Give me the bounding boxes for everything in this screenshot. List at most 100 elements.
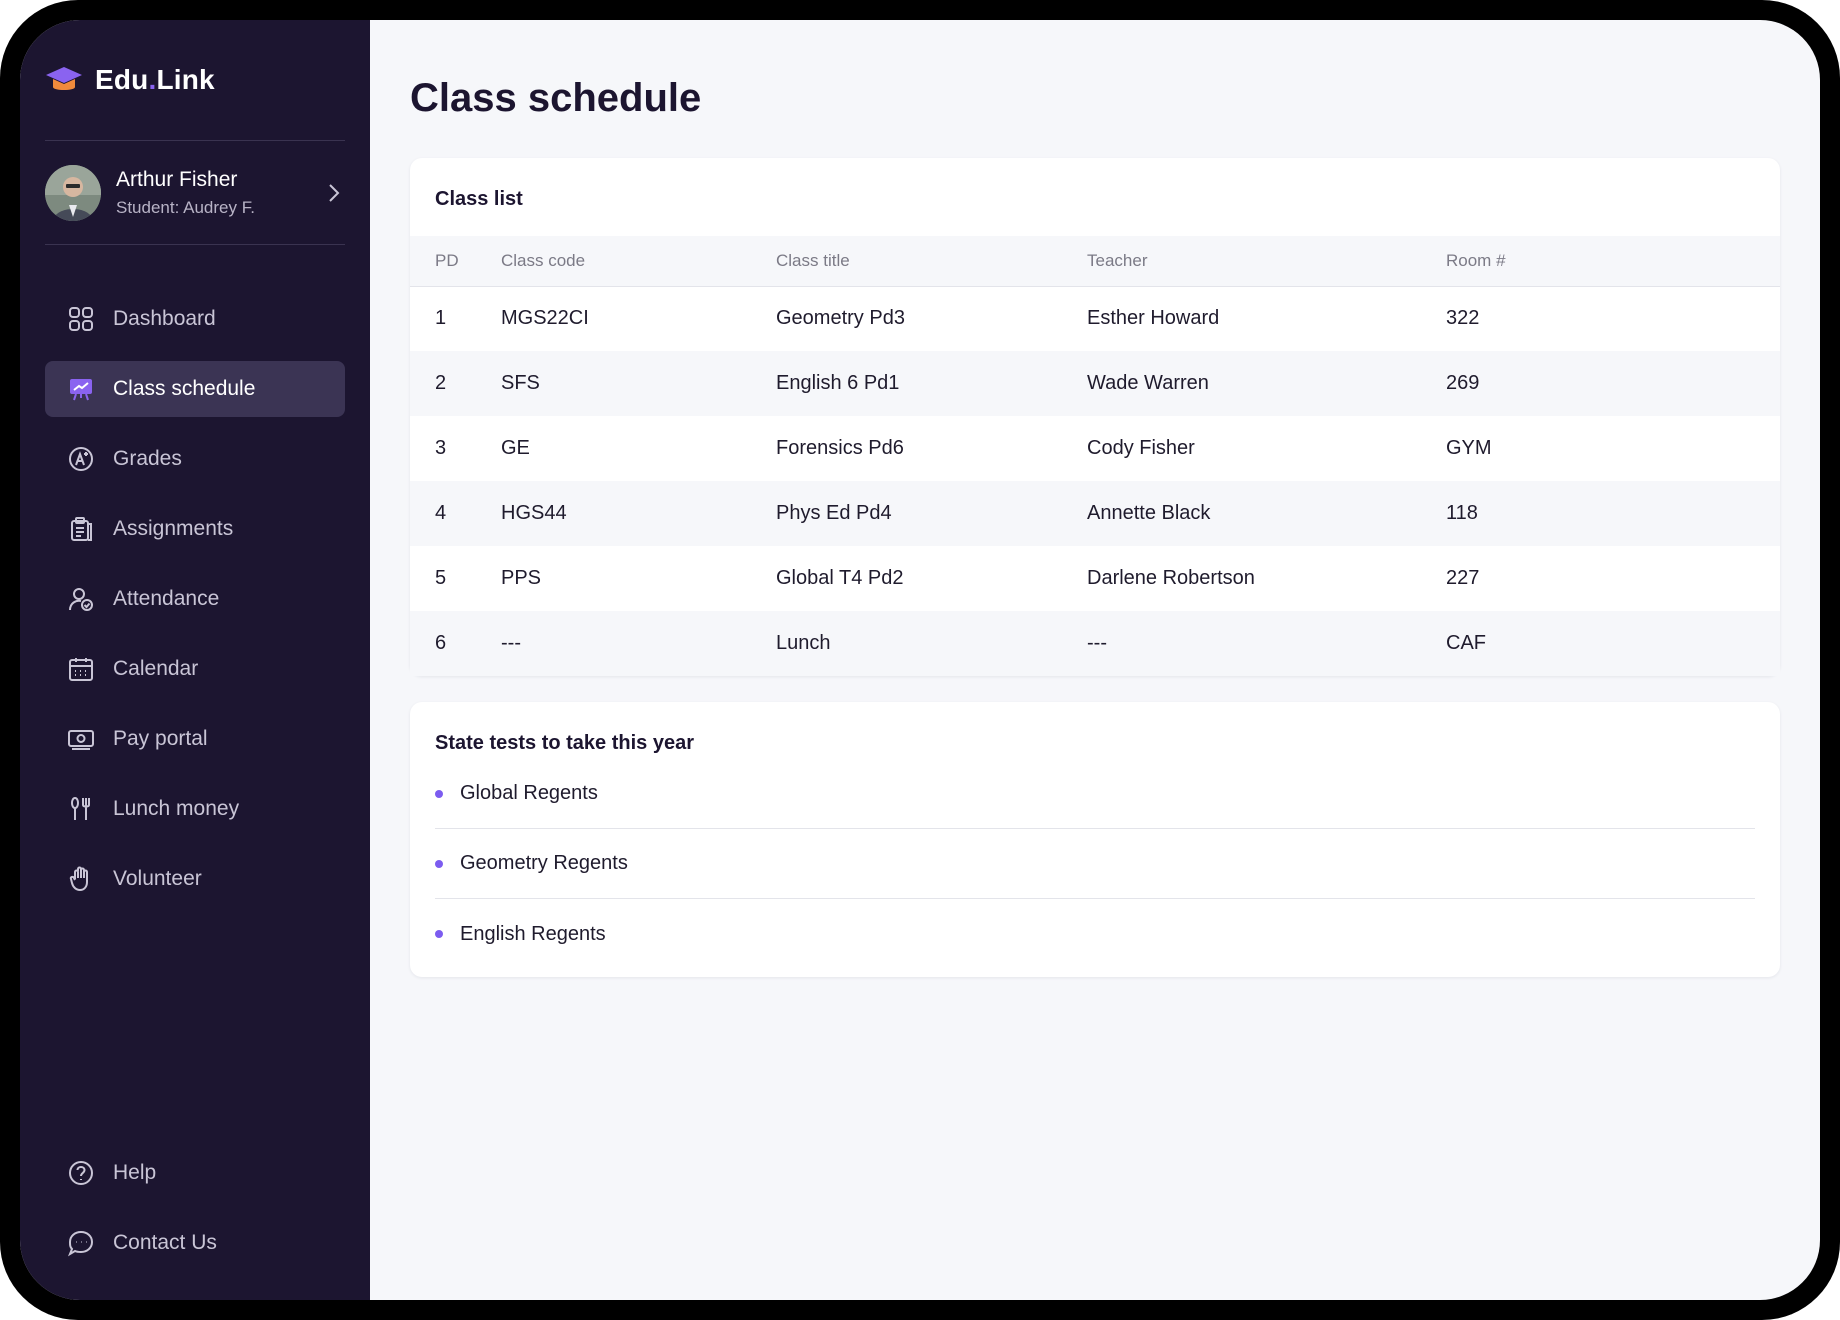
logo[interactable]: Edu.Link: [45, 20, 345, 140]
cell-class-code: PPS: [501, 567, 542, 589]
cell-class-title: Forensics Pd6: [776, 437, 904, 459]
cell-teacher: Esther Howard: [1087, 307, 1220, 330]
sidebar-item-label: Assignments: [113, 517, 234, 540]
divider: [45, 244, 345, 245]
sidebar-item-label: Dashboard: [113, 307, 216, 330]
sidebar-item-pay-portal[interactable]: Pay portal: [45, 711, 345, 767]
sidebar-item-grades[interactable]: Grades: [45, 431, 345, 487]
class-list-card: Class list PD Class code Class title Tea…: [410, 158, 1780, 676]
cell-class-title: Phys Ed Pd4: [776, 502, 892, 524]
cell-class-title: Geometry Pd3: [776, 307, 905, 330]
hand-icon: [69, 866, 88, 892]
table-row[interactable]: 5 PPS Global T4 Pd2 Darlene Robertson 22…: [410, 546, 1780, 611]
cell-class-title: Global T4 Pd2: [776, 567, 904, 589]
user-name: Arthur Fisher: [116, 167, 238, 191]
grade-badge-icon: [69, 447, 93, 471]
sidebar-item-help[interactable]: Help: [45, 1145, 345, 1201]
sidebar-item-assignments[interactable]: Assignments: [45, 501, 345, 557]
cell-pd: 1: [435, 307, 447, 330]
device-frame: Edu.Link Arthur Fisher Student: Audrey F…: [0, 0, 1840, 1320]
sidebar-item-label: Contact Us: [113, 1231, 217, 1254]
presentation-board-icon: [70, 379, 92, 401]
user-subtitle: Student: Audrey F.: [116, 197, 255, 217]
user-profile[interactable]: Arthur Fisher Student: Audrey F.: [45, 141, 345, 244]
sidebar-item-dashboard[interactable]: Dashboard: [45, 291, 345, 347]
cell-pd: 4: [435, 502, 447, 524]
logo-text: Edu.Link: [95, 64, 215, 95]
sidebar-item-contact-us[interactable]: Contact Us: [45, 1215, 345, 1271]
bullet-icon: [435, 930, 443, 938]
state-tests-title: State tests to take this year: [435, 732, 694, 754]
cell-class-code: MGS22CI: [501, 307, 589, 330]
list-item-label: Global Regents: [460, 782, 598, 804]
utensils-icon: [71, 796, 90, 820]
cell-pd: 5: [435, 567, 447, 589]
avatar: [45, 164, 101, 221]
table-row[interactable]: 2 SFS English 6 Pd1 Wade Warren 269: [410, 351, 1780, 416]
table-row[interactable]: 6 --- Lunch --- CAF: [410, 611, 1780, 676]
sidebar: Edu.Link Arthur Fisher Student: Audrey F…: [20, 20, 370, 1300]
list-item-label: English Regents: [460, 922, 606, 945]
state-tests-card: State tests to take this year Global Reg…: [410, 702, 1780, 977]
cell-teacher: Darlene Robertson: [1087, 567, 1255, 589]
column-header-class-code[interactable]: Class code: [501, 236, 776, 286]
sidebar-item-lunch-money[interactable]: Lunch money: [45, 781, 345, 837]
sidebar-item-label: Pay portal: [113, 727, 208, 750]
sidebar-item-calendar[interactable]: Calendar: [45, 641, 345, 697]
cell-room: 118: [1446, 502, 1478, 524]
sidebar-item-label: Lunch money: [113, 797, 240, 820]
graduation-cap-icon: [46, 67, 82, 90]
cell-teacher: Annette Black: [1087, 502, 1211, 524]
table-row[interactable]: 1 MGS22CI Geometry Pd3 Esther Howard 322: [410, 286, 1780, 351]
grid-icon: [69, 307, 93, 331]
cell-room: GYM: [1446, 437, 1492, 459]
clipboard-icon: [71, 517, 92, 541]
user-check-icon: [69, 588, 93, 611]
cell-class-title: English 6 Pd1: [776, 372, 900, 394]
sidebar-bottom-nav: Help Contact Us: [45, 1145, 345, 1285]
cell-class-code: ---: [501, 632, 521, 654]
chevron-right-icon[interactable]: [327, 182, 341, 204]
sidebar-nav: Dashboard Class schedule Grades Assignme…: [45, 291, 345, 907]
bullet-icon: [435, 859, 443, 868]
sidebar-item-label: Class schedule: [113, 377, 256, 400]
list-item: Geometry Regents: [435, 829, 1755, 899]
money-icon: [68, 730, 94, 750]
cell-pd: 3: [435, 437, 447, 459]
cell-pd: 2: [435, 372, 447, 394]
bullet-icon: [435, 789, 443, 798]
cell-class-code: HGS44: [501, 502, 567, 524]
cell-teacher: Cody Fisher: [1087, 437, 1195, 459]
column-header-teacher[interactable]: Teacher: [1087, 236, 1446, 286]
cell-class-code: SFS: [501, 372, 540, 394]
cell-class-code: GE: [501, 437, 530, 459]
cell-teacher: ---: [1087, 632, 1107, 654]
class-list-title: Class list: [435, 188, 523, 210]
sidebar-item-label: Calendar: [113, 657, 199, 680]
cell-teacher: Wade Warren: [1087, 372, 1209, 394]
cell-room: 269: [1446, 372, 1480, 394]
list-item-label: Geometry Regents: [460, 852, 628, 874]
table-header-row: PD Class code Class title Teacher Room #: [410, 236, 1780, 286]
cell-room: 227: [1446, 567, 1480, 589]
table-row[interactable]: 3 GE Forensics Pd6 Cody Fisher GYM: [410, 416, 1780, 481]
cell-room: 322: [1446, 307, 1480, 330]
sidebar-item-label: Attendance: [113, 587, 220, 610]
cell-class-title: Lunch: [776, 632, 831, 654]
table-row[interactable]: 4 HGS44 Phys Ed Pd4 Annette Black 118: [410, 481, 1780, 546]
page-title: Class schedule: [410, 76, 702, 120]
sidebar-item-attendance[interactable]: Attendance: [45, 571, 345, 627]
column-header-pd[interactable]: PD: [410, 236, 501, 286]
list-item: English Regents: [435, 899, 1755, 969]
column-header-room[interactable]: Room #: [1446, 236, 1780, 286]
calendar-icon: [69, 658, 93, 681]
sidebar-item-class-schedule[interactable]: Class schedule: [45, 361, 345, 417]
main-content: Class schedule Class list PD Class code …: [370, 20, 1820, 1300]
cell-pd: 6: [435, 632, 447, 654]
sidebar-item-label: Grades: [113, 447, 182, 470]
sidebar-item-volunteer[interactable]: Volunteer: [45, 851, 345, 907]
cell-room: CAF: [1446, 632, 1486, 654]
help-circle-icon: [69, 1161, 93, 1185]
column-header-class-title[interactable]: Class title: [776, 236, 1087, 286]
list-item: Global Regents: [435, 759, 1755, 829]
